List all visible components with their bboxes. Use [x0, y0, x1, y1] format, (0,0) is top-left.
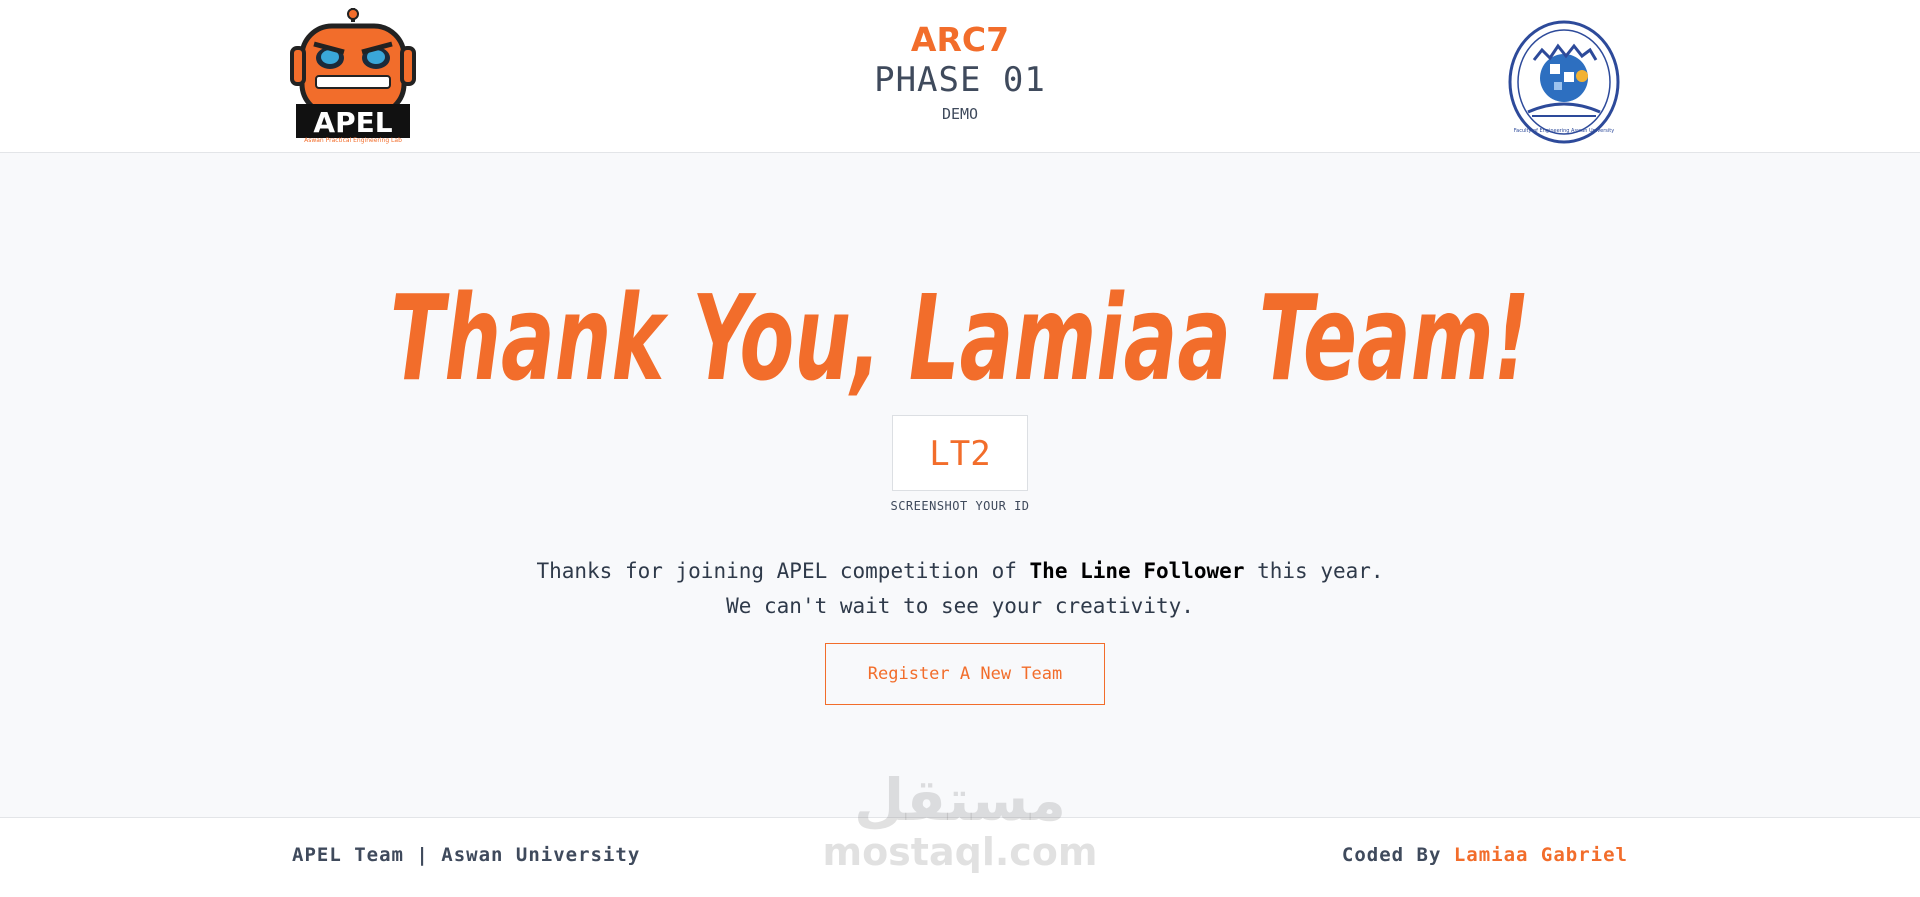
svg-text:Aswan Practical Engineering La: Aswan Practical Engineering Lab — [304, 137, 402, 144]
footer-coded-by: Coded By Lamiaa Gabriel — [1342, 844, 1628, 866]
author-link[interactable]: Lamiaa Gabriel — [1454, 844, 1628, 866]
thanks-message: Thanks for joining APEL competition of T… — [460, 554, 1460, 624]
message-line-2: We can't wait to see your creativity. — [726, 594, 1194, 618]
demo-label: DEMO — [941, 105, 979, 123]
watermark-arabic: مستقل — [853, 766, 1067, 834]
apel-robot-logo[interactable]: APEL Aswan Practical Engineering Lab — [290, 8, 416, 144]
phase-label: PHASE 01 — [874, 60, 1046, 100]
thank-you-headline: Thank You, Lamiaa Team! — [360, 254, 1560, 414]
message-line-1: Thanks for joining APEL competition of T… — [460, 554, 1460, 589]
university-seal-logo[interactable]: Faculty of Engineering Aswan University — [1508, 20, 1620, 144]
register-new-team-button[interactable]: Register A New Team — [825, 643, 1105, 705]
team-id-box: LT2 — [892, 415, 1028, 491]
message-prefix: Thanks for joining APEL competition of — [536, 559, 1030, 583]
svg-text:Faculty of Engineering Aswan U: Faculty of Engineering Aswan University — [1514, 128, 1614, 134]
mostaql-watermark: مستقل mostaql.com — [820, 768, 1100, 884]
brand-block: ARC7 PHASE 01 DEMO — [760, 20, 1160, 126]
svg-text:APEL: APEL — [313, 106, 392, 139]
svg-text:Thank You, Lamiaa Team!: Thank You, Lamiaa Team! — [390, 269, 1530, 407]
competition-name: The Line Follower — [1029, 559, 1245, 583]
main-content: Thank You, Lamiaa Team! LT2 SCREENSHOT Y… — [0, 154, 1920, 817]
footer-credit: APEL Team | Aswan University — [292, 844, 641, 866]
id-caption: SCREENSHOT YOUR ID — [890, 499, 1030, 513]
event-title: ARC7 — [910, 20, 1010, 59]
watermark-latin: mostaql.com — [822, 830, 1098, 874]
page-header: APEL Aswan Practical Engineering Lab ARC… — [0, 0, 1920, 153]
coded-by-label: Coded By — [1341, 844, 1454, 866]
message-suffix: this year. — [1244, 559, 1384, 583]
